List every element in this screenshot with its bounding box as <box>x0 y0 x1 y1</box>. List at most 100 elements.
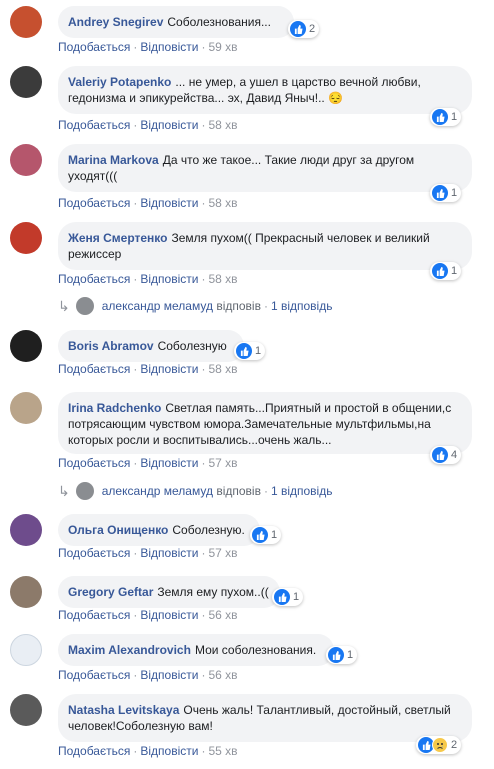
reactions-badge[interactable]: 1 <box>430 184 462 202</box>
reply-link[interactable]: Відповісти <box>140 608 198 622</box>
reply-link[interactable]: Відповісти <box>140 744 198 758</box>
reply-author[interactable]: александр меламуд <box>102 299 213 313</box>
avatar[interactable] <box>10 222 42 254</box>
reply-link[interactable]: Відповісти <box>140 668 198 682</box>
separator: · <box>263 484 268 498</box>
like-link[interactable]: Подобається <box>58 546 130 560</box>
like-link[interactable]: Подобається <box>58 744 130 758</box>
reactions-badge[interactable]: 1 <box>430 108 462 126</box>
separator: · <box>201 196 206 210</box>
separator: · <box>201 272 206 286</box>
avatar <box>75 297 94 315</box>
author-name[interactable]: Ольга Онищенко <box>68 523 168 537</box>
reply-link[interactable]: Відповісти <box>140 272 198 286</box>
timestamp[interactable]: 56 хв <box>208 668 237 682</box>
reply-verb: відповів <box>216 484 261 498</box>
view-replies-link[interactable]: ↳ александр меламуд відповів · 1 відповідь <box>58 297 332 315</box>
like-link[interactable]: Подобається <box>58 608 130 622</box>
like-link[interactable]: Подобається <box>58 456 130 470</box>
reply-author[interactable]: александр меламуд <box>102 484 213 498</box>
reactions-badge[interactable]: 4 <box>430 446 462 464</box>
comment-bubble: Natasha Levitskaya Очень жаль! Талантливы… <box>58 694 472 742</box>
reply-link[interactable]: Відповісти <box>140 362 198 376</box>
view-replies-link[interactable]: ↳ александр меламуд відповів · 1 відповідь <box>58 482 332 500</box>
reactions-badge[interactable]: 1 <box>272 588 304 606</box>
comment-bubble: Gregory Geftar Земля ему пухом..(( <box>58 576 280 608</box>
comment-text: Соболезную. <box>172 523 245 537</box>
avatar[interactable] <box>10 694 42 726</box>
author-name[interactable]: Valeriy Potapenko <box>68 75 171 89</box>
author-name[interactable]: Женя Смертенко <box>68 231 167 245</box>
separator: · <box>201 362 206 376</box>
comment-text: Земля ему пухом..(( <box>157 585 269 599</box>
reactions-badge[interactable]: 1 <box>250 526 282 544</box>
comment-text: Соболезнования... <box>167 15 271 29</box>
like-link[interactable]: Подобається <box>58 668 130 682</box>
reaction-count: 1 <box>451 265 458 277</box>
timestamp[interactable]: 55 хв <box>208 744 237 758</box>
reactions-badge[interactable]: 1 <box>430 262 462 280</box>
avatar[interactable] <box>10 634 42 666</box>
reply-link[interactable]: Відповісти <box>140 40 198 54</box>
comment-actions: Подобається · Відповісти · 56 хв <box>58 608 238 622</box>
timestamp[interactable]: 56 хв <box>208 608 237 622</box>
reactions-badge[interactable]: 2 <box>288 20 320 38</box>
comment-bubble: Marina Markova Да что же такое... Такие л… <box>58 144 472 192</box>
separator: · <box>201 546 206 560</box>
separator: · <box>201 118 206 132</box>
like-link[interactable]: Подобається <box>58 272 130 286</box>
comment-bubble: Boris Abramov Соболезную <box>58 330 244 362</box>
timestamp[interactable]: 59 хв <box>208 40 237 54</box>
author-name[interactable]: Maxim Alexandrovich <box>68 643 191 657</box>
reaction-count: 2 <box>309 23 316 35</box>
reaction-count: 4 <box>451 449 458 461</box>
comment-actions: Подобається · Відповісти · 58 хв <box>58 196 238 210</box>
like-link[interactable]: Подобається <box>58 362 130 376</box>
timestamp[interactable]: 58 хв <box>208 362 237 376</box>
reaction-count: 1 <box>271 529 278 541</box>
author-name[interactable]: Natasha Levitskaya <box>68 703 179 717</box>
comment-actions: Подобається · Відповісти · 59 хв <box>58 40 238 54</box>
like-link[interactable]: Подобається <box>58 196 130 210</box>
comment-actions: Подобається · Відповісти · 55 хв <box>58 744 238 758</box>
reactions-badge[interactable]: 1 <box>234 342 266 360</box>
reaction-count: 1 <box>451 111 458 123</box>
reply-link[interactable]: Відповісти <box>140 456 198 470</box>
reply-link[interactable]: Відповісти <box>140 546 198 560</box>
reply-link[interactable]: Відповісти <box>140 196 198 210</box>
timestamp[interactable]: 58 хв <box>208 196 237 210</box>
timestamp[interactable]: 58 хв <box>208 272 237 286</box>
separator: · <box>133 40 138 54</box>
reactions-badge[interactable]: 2 <box>416 736 462 754</box>
author-name[interactable]: Marina Markova <box>68 153 159 167</box>
avatar[interactable] <box>10 6 42 38</box>
like-icon <box>252 527 268 543</box>
author-name[interactable]: Andrey Snegirev <box>68 15 163 29</box>
reply-count[interactable]: 1 відповідь <box>271 484 333 498</box>
reply-count[interactable]: 1 відповідь <box>271 299 333 313</box>
like-link[interactable]: Подобається <box>58 118 130 132</box>
timestamp[interactable]: 58 хв <box>208 118 237 132</box>
avatar[interactable] <box>10 392 42 424</box>
timestamp[interactable]: 57 хв <box>208 546 237 560</box>
avatar[interactable] <box>10 576 42 608</box>
author-name[interactable]: Boris Abramov <box>68 339 154 353</box>
reply-arrow-icon: ↳ <box>58 297 70 314</box>
avatar[interactable] <box>10 330 42 362</box>
reaction-count: 1 <box>347 649 354 661</box>
reactions-badge[interactable]: 1 <box>326 646 358 664</box>
like-link[interactable]: Подобається <box>58 40 130 54</box>
like-icon <box>328 647 344 663</box>
timestamp[interactable]: 57 хв <box>208 456 237 470</box>
avatar[interactable] <box>10 144 42 176</box>
comment-actions: Подобається · Відповісти · 58 хв <box>58 272 238 286</box>
author-name[interactable]: Gregory Geftar <box>68 585 153 599</box>
separator: · <box>201 668 206 682</box>
reply-link[interactable]: Відповісти <box>140 118 198 132</box>
avatar[interactable] <box>10 66 42 98</box>
author-name[interactable]: Irina Radchenko <box>68 401 161 415</box>
separator: · <box>133 118 138 132</box>
separator: · <box>133 668 138 682</box>
comment-bubble: Valeriy Potapenko... не умер, а ушел в ц… <box>58 66 472 114</box>
avatar[interactable] <box>10 514 42 546</box>
